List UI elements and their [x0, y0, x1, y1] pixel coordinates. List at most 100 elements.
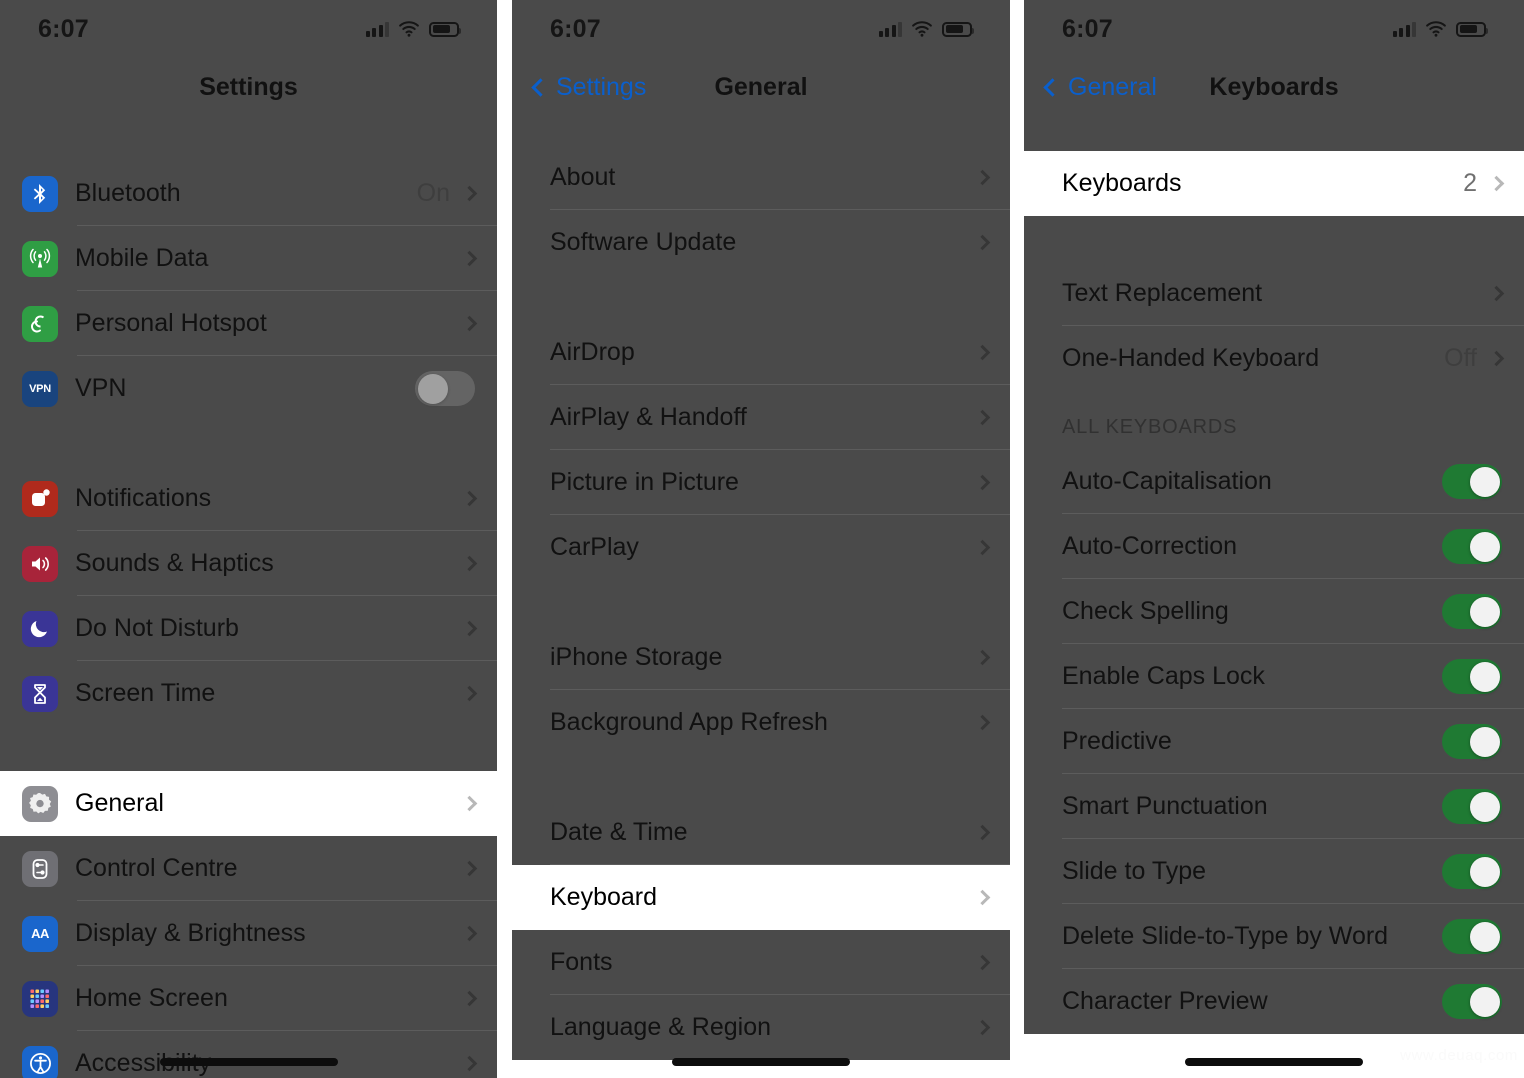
- list-item[interactable]: Language & Region: [512, 995, 1010, 1060]
- back-button[interactable]: Settings: [531, 73, 646, 102]
- list-item[interactable]: Accessibility: [0, 1031, 497, 1078]
- list-item[interactable]: CarPlay: [512, 515, 1010, 580]
- list-item[interactable]: Slide to Type: [1024, 839, 1524, 904]
- chevron-right-icon: [974, 889, 991, 906]
- list-item[interactable]: Check Spelling: [1024, 579, 1524, 644]
- list-item[interactable]: Personal Hotspot: [0, 291, 497, 356]
- list-item[interactable]: Mobile Data: [0, 226, 497, 291]
- list-item[interactable]: Text Replacement: [1024, 261, 1524, 326]
- list-item-label: Text Replacement: [1062, 279, 1263, 307]
- list-item-label: Software Update: [550, 228, 737, 256]
- list-item-label: Screen Time: [75, 679, 216, 707]
- list-item[interactable]: Sounds & Haptics: [0, 531, 497, 596]
- list-item-label: Display & Brightness: [75, 919, 306, 947]
- list-item[interactable]: Do Not Disturb: [0, 596, 497, 661]
- list-item[interactable]: Notifications: [0, 466, 497, 531]
- toggle-switch-on[interactable]: [1442, 984, 1502, 1019]
- section-gap: [512, 755, 1010, 800]
- toggle-switch-on[interactable]: [1442, 919, 1502, 954]
- list-item[interactable]: Bluetooth On: [0, 161, 497, 226]
- toggle-knob: [417, 373, 448, 404]
- list-item[interactable]: Screen Time: [0, 661, 497, 726]
- panel-divider-2: [1010, 0, 1024, 1078]
- list-item-label: Character Preview: [1062, 987, 1268, 1015]
- list-item-highlighted[interactable]: Keyboards 2: [1024, 151, 1524, 216]
- list-item[interactable]: Character Preview: [1024, 969, 1524, 1034]
- list-item[interactable]: Home Screen: [0, 966, 497, 1031]
- toggle-knob: [1469, 596, 1500, 627]
- toggle-switch-on[interactable]: [1442, 659, 1502, 694]
- chevron-right-icon: [461, 185, 478, 202]
- gear-icon: [22, 785, 58, 822]
- chevron-left-icon: [531, 78, 550, 97]
- navigation-bar: Settings: [0, 58, 497, 116]
- list-item[interactable]: Enable Caps Lock: [1024, 644, 1524, 709]
- toggle-switch-on[interactable]: [1442, 724, 1502, 759]
- list-item-value: 2: [1463, 169, 1477, 197]
- chevron-right-icon: [974, 409, 991, 426]
- battery-icon: [1456, 21, 1488, 37]
- back-button[interactable]: General: [1043, 73, 1157, 102]
- list-item[interactable]: Control Centre: [0, 836, 497, 901]
- three-panel-screenshot: 6:07 Settings Bluetooth On Mobile Data Person…: [0, 0, 1524, 1078]
- list-item[interactable]: Auto-Capitalisation: [1024, 449, 1524, 514]
- list-item[interactable]: Smart Punctuation: [1024, 774, 1524, 839]
- chevron-right-icon: [461, 315, 478, 332]
- list-item-label: Background App Refresh: [550, 708, 828, 736]
- list-item-label: Sounds & Haptics: [75, 549, 274, 577]
- chevron-right-icon: [974, 344, 991, 361]
- list-item[interactable]: Picture in Picture: [512, 450, 1010, 515]
- panel-settings: 6:07 Settings Bluetooth On Mobile Data Person…: [0, 0, 497, 1078]
- chevron-right-icon: [461, 860, 478, 877]
- chevron-right-icon: [974, 169, 991, 186]
- scroll-content[interactable]: About Software Update AirDrop AirPlay & Han…: [512, 100, 1010, 1060]
- list-group: Notifications Sounds & Haptics Do Not Dist…: [0, 466, 497, 726]
- status-bar: 6:07: [0, 0, 497, 58]
- toggle-switch-off[interactable]: [415, 371, 475, 406]
- toggle-switch-on[interactable]: [1442, 854, 1502, 889]
- list-item-label: Date & Time: [550, 818, 688, 846]
- toggle-knob: [1469, 531, 1500, 562]
- toggle-switch-on[interactable]: [1442, 789, 1502, 824]
- chevron-right-icon: [461, 925, 478, 942]
- scroll-content[interactable]: Keyboards 2 Text Replacement One-Handed Key…: [1024, 106, 1524, 1034]
- list-item[interactable]: Fonts: [512, 930, 1010, 995]
- list-item[interactable]: VPN VPN: [0, 356, 497, 421]
- do-not-disturb-icon: [22, 610, 58, 647]
- toggle-knob: [1469, 921, 1500, 952]
- chevron-right-icon: [461, 685, 478, 702]
- wifi-icon: [1425, 21, 1447, 37]
- scroll-content[interactable]: Bluetooth On Mobile Data Personal Hotspot VP…: [0, 116, 497, 1078]
- chevron-right-icon: [461, 990, 478, 1007]
- personal-hotspot-icon: [22, 305, 58, 342]
- toggle-knob: [1469, 726, 1500, 757]
- list-item[interactable]: Predictive: [1024, 709, 1524, 774]
- list-item-label: Control Centre: [75, 854, 238, 882]
- list-item[interactable]: AirDrop: [512, 320, 1010, 385]
- list-item[interactable]: AA Display & Brightness: [0, 901, 497, 966]
- toggle-switch-on[interactable]: [1442, 529, 1502, 564]
- chevron-right-icon: [1488, 175, 1505, 192]
- list-item-value: On: [416, 179, 450, 207]
- list-item-label: Keyboards: [1062, 169, 1182, 197]
- list-item-highlighted[interactable]: General: [0, 771, 497, 836]
- list-item[interactable]: Software Update: [512, 210, 1010, 275]
- list-item[interactable]: iPhone Storage: [512, 625, 1010, 690]
- cellular-signal-icon: [1392, 21, 1416, 37]
- list-item[interactable]: Date & Time: [512, 800, 1010, 865]
- chevron-right-icon: [461, 250, 478, 267]
- list-item-label: AirPlay & Handoff: [550, 403, 747, 431]
- list-item[interactable]: AirPlay & Handoff: [512, 385, 1010, 450]
- list-item-highlighted[interactable]: Keyboard: [512, 865, 1010, 930]
- toggle-switch-on[interactable]: [1442, 464, 1502, 499]
- list-item[interactable]: Background App Refresh: [512, 690, 1010, 755]
- chevron-right-icon: [974, 954, 991, 971]
- list-item[interactable]: One-Handed Keyboard Off: [1024, 326, 1524, 391]
- list-item[interactable]: Auto-Correction: [1024, 514, 1524, 579]
- toggle-switch-on[interactable]: [1442, 594, 1502, 629]
- vpn-icon: VPN: [22, 370, 58, 407]
- section-gap: [0, 421, 497, 466]
- list-item[interactable]: Delete Slide-to-Type by Word: [1024, 904, 1524, 969]
- status-bar: 6:07: [1024, 0, 1524, 58]
- list-item[interactable]: About: [512, 145, 1010, 210]
